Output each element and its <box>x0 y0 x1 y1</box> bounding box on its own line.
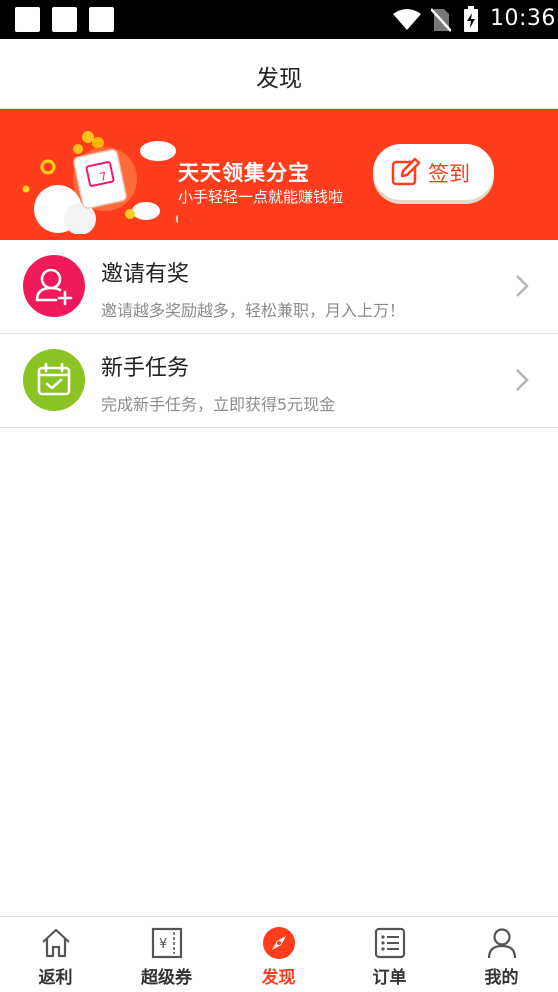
tab-label: 订单 <box>372 968 407 988</box>
signin-label: 签到 <box>428 162 470 186</box>
notification-icon <box>89 7 114 32</box>
list-item-subtitle: 邀请越多奖励越多，轻松兼职，月入上万！ <box>101 301 406 320</box>
list-item-newbie-task[interactable]: 新手任务 完成新手任务，立即获得5元现金 <box>0 334 558 428</box>
tab-label: 发现 <box>261 968 296 988</box>
add-user-icon <box>23 255 85 317</box>
tab-label: 返利 <box>38 968 73 988</box>
battery-charging-icon <box>464 6 478 32</box>
list-item-title: 邀请有奖 <box>101 262 190 287</box>
app-header: 发现 <box>0 39 558 109</box>
no-sim-icon <box>431 8 451 32</box>
clock: 10:36 <box>490 6 556 31</box>
compass-icon <box>263 927 295 959</box>
tab-mine[interactable]: 我的 <box>446 917 557 992</box>
list-item-invite[interactable]: 邀请有奖 邀请越多奖励越多，轻松兼职，月入上万！ <box>0 240 558 334</box>
signin-button[interactable]: 签到 <box>373 144 494 200</box>
banner-subtitle: 小手轻轻一点就能赚钱啦 <box>178 188 344 206</box>
notification-icon <box>52 7 77 32</box>
chevron-right-icon <box>516 369 529 391</box>
tab-orders[interactable]: 订单 <box>334 917 445 992</box>
discover-list: 邀请有奖 邀请越多奖励越多，轻松兼职，月入上万！ 新手任务 完成新手任务，立即获… <box>0 240 558 428</box>
notification-icon <box>15 7 40 32</box>
edit-icon <box>391 157 421 186</box>
calendar-check-icon <box>23 349 85 411</box>
user-icon <box>487 928 517 959</box>
tab-discover[interactable]: 发现 <box>223 917 334 992</box>
list-item-title: 新手任务 <box>101 356 190 381</box>
status-bar: 10:36 <box>0 0 558 39</box>
banner-title: 天天领集分宝 <box>178 161 310 185</box>
chevron-right-icon <box>516 275 529 297</box>
page-title: 发现 <box>256 66 302 92</box>
wifi-icon <box>393 9 421 30</box>
svg-text:¥: ¥ <box>159 937 167 952</box>
bottom-navigation: 返利 ¥ 超级券 发现 订单 我的 <box>0 916 558 992</box>
order-list-icon <box>374 927 406 959</box>
home-icon <box>42 928 70 958</box>
tab-rebate[interactable]: 返利 <box>0 917 111 992</box>
tab-label: 超级券 <box>141 968 192 988</box>
tab-super-coupon[interactable]: ¥ 超级券 <box>111 917 222 992</box>
money-bag-illustration: 7 <box>22 131 178 234</box>
coupon-icon: ¥ <box>151 927 183 959</box>
list-item-subtitle: 完成新手任务，立即获得5元现金 <box>101 395 336 414</box>
tab-label: 我的 <box>484 968 519 988</box>
signin-banner[interactable]: 7 天天领集分宝 小手轻轻一点就能赚钱啦 签到 <box>0 109 558 240</box>
